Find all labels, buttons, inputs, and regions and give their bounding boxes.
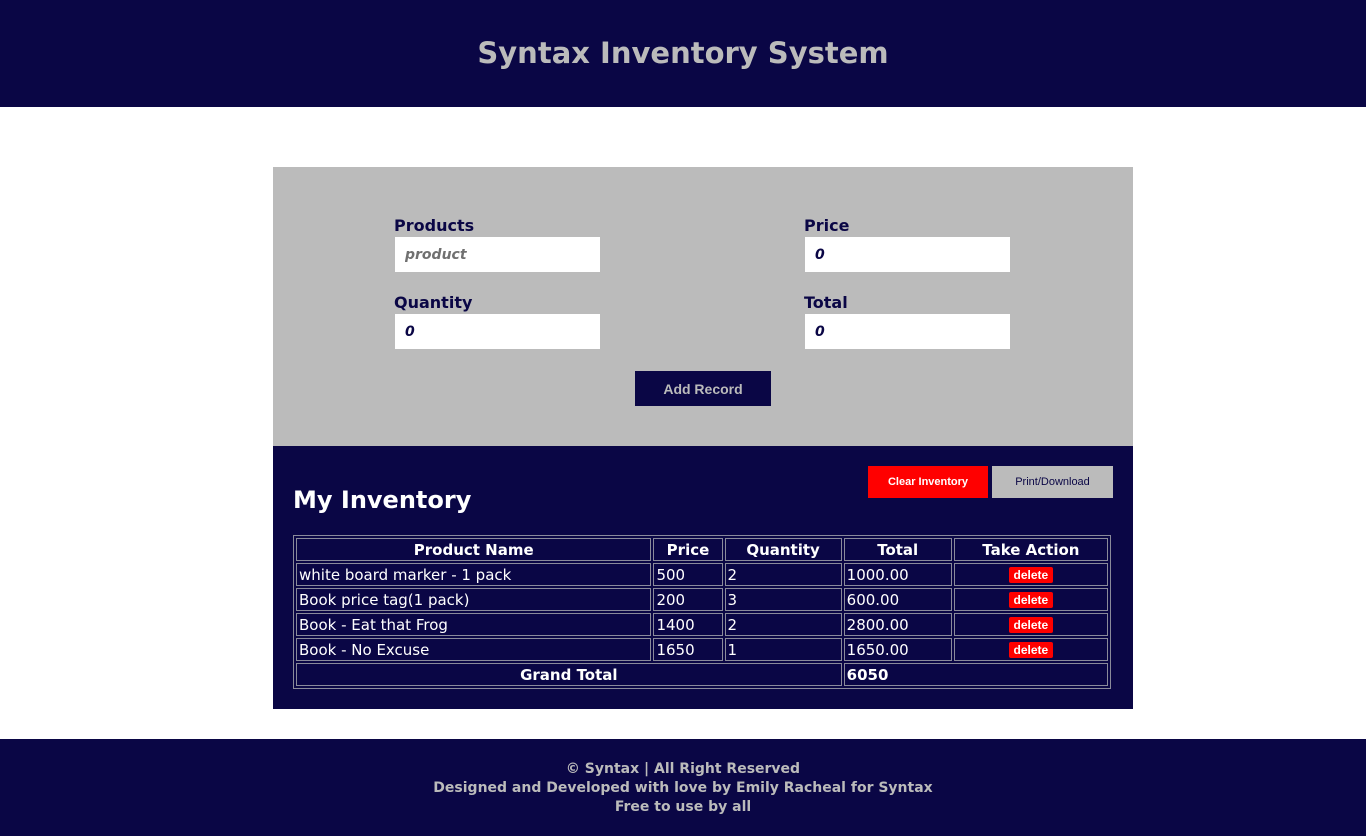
cell-quantity: 1 <box>724 638 842 661</box>
table-row: Book - Eat that Frog 1400 2 2800.00 dele… <box>296 613 1108 636</box>
delete-button[interactable]: delete <box>1008 617 1054 633</box>
quantity-field: Quantity <box>394 293 601 350</box>
cell-action: delete <box>953 613 1108 636</box>
cell-quantity: 2 <box>724 563 842 586</box>
column-header-product-name: Product Name <box>296 538 652 561</box>
table-row: Book - No Excuse 1650 1 1650.00 delete <box>296 638 1108 661</box>
footer-license: Free to use by all <box>614 799 752 815</box>
price-field: Price <box>804 216 1011 273</box>
price-label: Price <box>804 216 850 235</box>
cell-total: 2800.00 <box>843 613 952 636</box>
record-form: Products Price Quantity Total Add Record <box>273 167 1133 446</box>
add-record-button[interactable]: Add Record <box>635 371 771 406</box>
grand-total-label: Grand Total <box>296 663 842 686</box>
products-label: Products <box>394 216 475 235</box>
quantity-input[interactable] <box>394 313 601 350</box>
cell-action: delete <box>953 588 1108 611</box>
cell-price: 200 <box>653 588 723 611</box>
inventory-table: Product Name Price Quantity Total Take A… <box>293 535 1111 689</box>
grand-total-row: Grand Total 6050 <box>296 663 1108 686</box>
cell-price: 1650 <box>653 638 723 661</box>
column-header-total: Total <box>843 538 952 561</box>
grand-total-value: 6050 <box>843 663 1108 686</box>
cell-action: delete <box>953 638 1108 661</box>
total-field: Total <box>804 293 1011 350</box>
cell-quantity: 3 <box>724 588 842 611</box>
table-row: Book price tag(1 pack) 200 3 600.00 dele… <box>296 588 1108 611</box>
delete-button[interactable]: delete <box>1008 592 1054 608</box>
cell-total: 1000.00 <box>843 563 952 586</box>
cell-total: 600.00 <box>843 588 952 611</box>
price-input[interactable] <box>804 236 1011 273</box>
app-footer: © Syntax | All Right Reserved Designed a… <box>0 739 1366 836</box>
column-header-take-action: Take Action <box>953 538 1108 561</box>
footer-copyright: © Syntax | All Right Reserved <box>565 761 801 777</box>
footer-credits: Designed and Developed with love by Emil… <box>433 780 933 796</box>
cell-quantity: 2 <box>724 613 842 636</box>
app-title: Syntax Inventory System <box>477 35 889 70</box>
app-header: Syntax Inventory System <box>0 0 1366 107</box>
inventory-panel: Clear Inventory Print/Download My Invent… <box>273 446 1133 709</box>
cell-product-name: Book - No Excuse <box>296 638 652 661</box>
cell-product-name: white board marker - 1 pack <box>296 563 652 586</box>
cell-product-name: Book price tag(1 pack) <box>296 588 652 611</box>
column-header-quantity: Quantity <box>724 538 842 561</box>
cell-total: 1650.00 <box>843 638 952 661</box>
print-download-button[interactable]: Print/Download <box>992 466 1113 498</box>
quantity-label: Quantity <box>394 293 473 312</box>
clear-inventory-button[interactable]: Clear Inventory <box>868 466 988 498</box>
inventory-title: My Inventory <box>293 486 472 514</box>
cell-action: delete <box>953 563 1108 586</box>
table-row: white board marker - 1 pack 500 2 1000.0… <box>296 563 1108 586</box>
total-input[interactable] <box>804 313 1011 350</box>
products-input[interactable] <box>394 236 601 273</box>
delete-button[interactable]: delete <box>1008 567 1054 583</box>
table-header-row: Product Name Price Quantity Total Take A… <box>296 538 1108 561</box>
products-field: Products <box>394 216 601 273</box>
total-label: Total <box>804 293 848 312</box>
cell-price: 500 <box>653 563 723 586</box>
cell-product-name: Book - Eat that Frog <box>296 613 652 636</box>
column-header-price: Price <box>653 538 723 561</box>
cell-price: 1400 <box>653 613 723 636</box>
delete-button[interactable]: delete <box>1008 642 1054 658</box>
